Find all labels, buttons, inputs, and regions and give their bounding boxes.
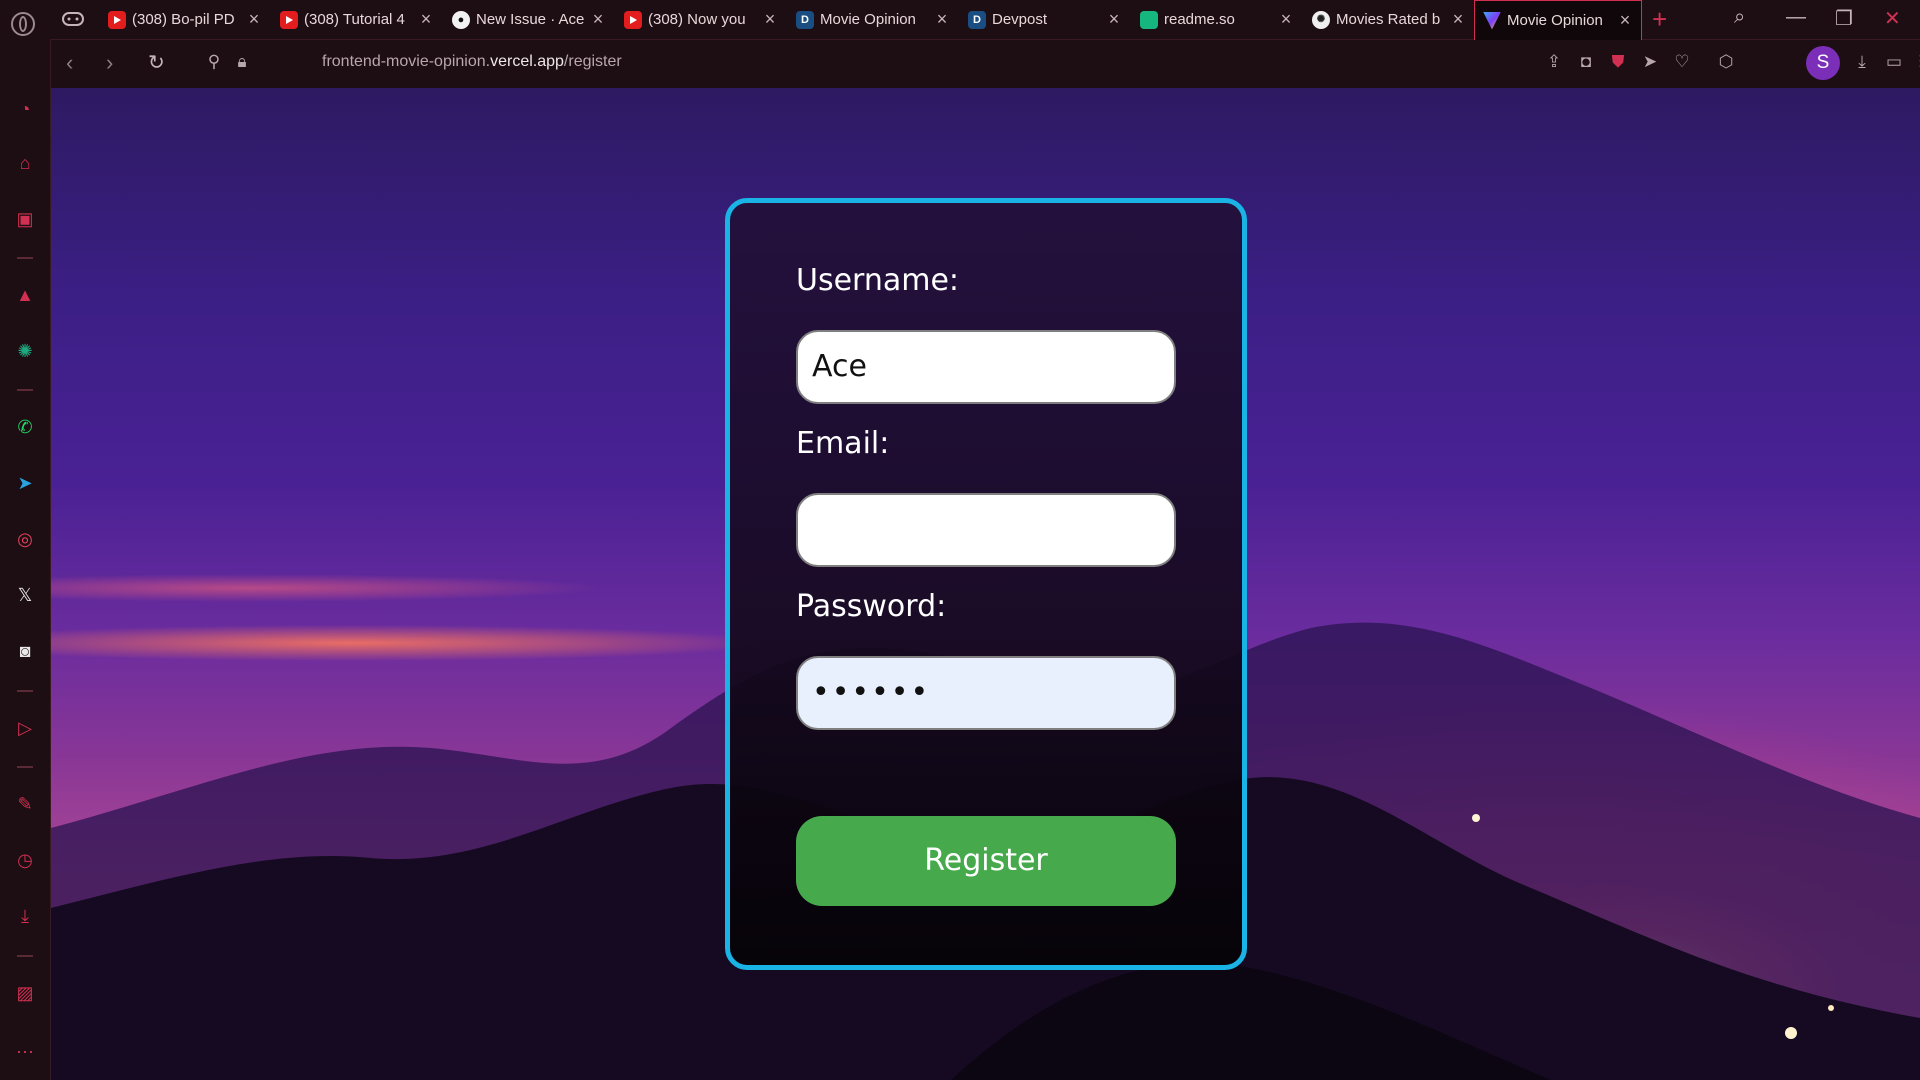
lock-icon[interactable]: 🔒︎: [232, 52, 252, 72]
tab-0[interactable]: (308) Bo-pil PD ×: [100, 0, 270, 39]
aria-icon[interactable]: ▲: [12, 282, 38, 308]
youtube-icon: [624, 10, 642, 29]
movie-opinion-icon: [1483, 11, 1501, 30]
close-icon[interactable]: ×: [1278, 9, 1294, 30]
url-path: /register: [563, 53, 622, 70]
register-form-card: Username: Ace Email: Password: •••••• Re…: [725, 198, 1247, 970]
tab-title: Movies Rated b: [1336, 11, 1441, 28]
discord-icon[interactable]: ◙: [12, 638, 38, 664]
tab-1[interactable]: (308) Tutorial 4 ×: [272, 0, 442, 39]
password-label: Password:: [796, 589, 947, 624]
minimize-icon[interactable]: —: [1786, 6, 1806, 29]
x-twitter-icon[interactable]: 𝕏: [12, 582, 38, 608]
close-icon[interactable]: ×: [1106, 9, 1122, 30]
wallpaper-icon[interactable]: ▨: [12, 980, 38, 1006]
share-icon[interactable]: ⇪: [1544, 52, 1564, 72]
downloads-icon[interactable]: ⤓: [1852, 52, 1872, 72]
email-label: Email:: [796, 426, 890, 461]
sidebar: ◔ ⌂ ▣ ▲ ✺ ✆ ➤ ◎ 𝕏 ◙ ▷ ✎ ◷ ⤓ ▨ ⋯: [0, 39, 51, 1080]
close-icon[interactable]: ×: [418, 9, 434, 30]
devpost-icon: D: [796, 10, 814, 29]
instagram-icon[interactable]: ◎: [12, 526, 38, 552]
sidebar-divider: [17, 766, 33, 768]
easy-setup-icon[interactable]: ☰: [1916, 52, 1920, 72]
close-icon[interactable]: ×: [1617, 10, 1633, 31]
sidebar-divider: [17, 690, 33, 692]
address-bar: ‹ › ↻ ⚲ 🔒︎ frontend-movie-opinion.vercel…: [50, 40, 1920, 88]
tab-title: New Issue · Ace: [476, 11, 584, 28]
youtube-icon: [280, 10, 298, 29]
back-icon[interactable]: ‹: [66, 50, 73, 76]
tab-strip: (308) Bo-pil PD × (308) Tutorial 4 × ● N…: [0, 0, 1920, 40]
sidebar-divider: [17, 955, 33, 957]
send-icon[interactable]: ➤: [1640, 52, 1660, 72]
heart-icon[interactable]: ♡: [1672, 52, 1692, 72]
username-label: Username:: [796, 263, 960, 298]
url-field[interactable]: frontend-movie-opinion.vercel.app/regist…: [322, 53, 622, 71]
battery-saver-icon[interactable]: ▭: [1884, 52, 1904, 72]
reload-icon[interactable]: ↻: [148, 50, 165, 75]
close-icon[interactable]: ×: [934, 9, 950, 30]
sidebar-divider: [17, 389, 33, 391]
history-icon[interactable]: ◷: [12, 847, 38, 873]
extensions-cube-icon[interactable]: ⬡: [1716, 52, 1736, 72]
readme-icon: [1140, 10, 1158, 29]
ai-chip-icon[interactable]: ▣: [12, 206, 38, 232]
chatgpt-icon: ✺: [1312, 10, 1330, 29]
pinboard-icon[interactable]: ✎: [12, 791, 38, 817]
password-input[interactable]: ••••••: [796, 656, 1176, 730]
tab-3[interactable]: (308) Now you ×: [616, 0, 786, 39]
downloads-icon[interactable]: ⤓: [12, 903, 38, 929]
tab-title: (308) Now you: [648, 11, 746, 28]
tab-title: Devpost: [992, 11, 1048, 28]
shopping-icon[interactable]: ⌂: [12, 150, 38, 176]
page-viewport: Username: Ace Email: Password: •••••• Re…: [51, 88, 1920, 1080]
tab-6[interactable]: readme.so ×: [1132, 0, 1302, 39]
url-prefix: frontend-movie-opinion.: [322, 53, 491, 70]
url-domain: vercel.app: [490, 53, 564, 70]
tab-title: Movie Opinion: [820, 11, 916, 28]
sidebar-divider: [17, 257, 33, 259]
restore-icon[interactable]: ❐: [1835, 6, 1853, 31]
chatgpt-icon[interactable]: ✺: [12, 338, 38, 364]
whatsapp-icon[interactable]: ✆: [12, 414, 38, 440]
close-icon[interactable]: ×: [1450, 9, 1466, 30]
tab-4[interactable]: D Movie Opinion ×: [788, 0, 958, 39]
more-icon[interactable]: ⋯: [12, 1039, 38, 1065]
close-icon[interactable]: ×: [762, 9, 778, 30]
tab-title: Movie Opinion: [1507, 12, 1603, 29]
email-input[interactable]: [796, 493, 1176, 567]
avatar[interactable]: S: [1806, 46, 1840, 80]
youtube-icon: [108, 10, 126, 29]
close-icon[interactable]: ×: [246, 9, 262, 30]
tab-title: (308) Tutorial 4: [304, 11, 405, 28]
tab-title: readme.so: [1164, 11, 1235, 28]
tab-5[interactable]: D Devpost ×: [960, 0, 1130, 39]
gamepad-icon[interactable]: [62, 10, 84, 28]
player-icon[interactable]: ▷: [12, 715, 38, 741]
search-tabs-icon[interactable]: ⌕: [1734, 6, 1745, 29]
register-button[interactable]: Register: [796, 816, 1176, 906]
username-input[interactable]: Ace: [796, 330, 1176, 404]
adblock-shield-icon[interactable]: ⛊: [1608, 52, 1628, 72]
tab-8-active[interactable]: Movie Opinion ×: [1474, 0, 1642, 40]
opera-logo-icon[interactable]: [11, 12, 35, 36]
new-tab-button[interactable]: +: [1652, 4, 1667, 35]
tab-7[interactable]: ✺ Movies Rated b ×: [1304, 0, 1474, 39]
snapshot-icon[interactable]: ◘: [1576, 52, 1596, 72]
site-settings-icon[interactable]: ⚲: [204, 52, 224, 72]
forward-icon[interactable]: ›: [106, 50, 113, 76]
close-icon[interactable]: ×: [590, 9, 606, 30]
window-close-icon[interactable]: ✕: [1884, 6, 1901, 31]
github-icon: ●: [452, 10, 470, 29]
speed-dial-icon[interactable]: ◔: [12, 96, 38, 122]
tab-title: (308) Bo-pil PD: [132, 11, 235, 28]
devpost-icon: D: [968, 10, 986, 29]
tab-2[interactable]: ● New Issue · Ace ×: [444, 0, 614, 39]
telegram-icon[interactable]: ➤: [12, 470, 38, 496]
